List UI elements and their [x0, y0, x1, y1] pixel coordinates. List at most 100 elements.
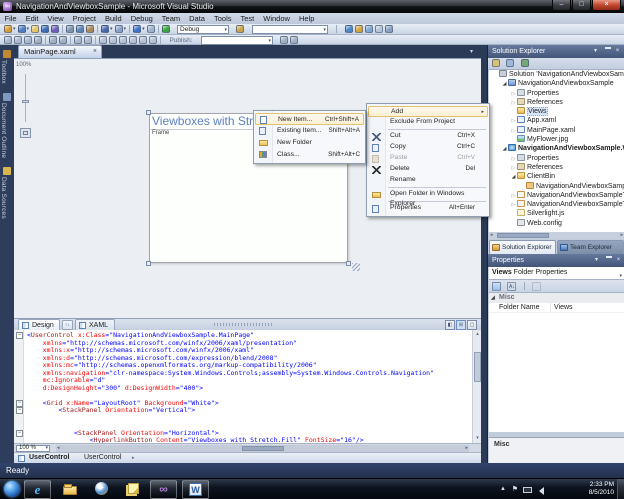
- category-row[interactable]: ◢ Misc: [489, 293, 624, 303]
- zoom-slider-handle[interactable]: [22, 100, 29, 103]
- scroll-right-icon[interactable]: ▸: [620, 232, 623, 239]
- code-line[interactable]: − <StackPanel Orientation="Vertical">: [27, 407, 434, 415]
- sticky-notes[interactable]: [120, 480, 147, 499]
- network-icon[interactable]: [523, 487, 532, 493]
- close-button[interactable]: ×: [592, 0, 621, 11]
- incremental-search-icon[interactable]: [24, 36, 32, 44]
- property-pages-icon[interactable]: [532, 282, 541, 291]
- show-desktop-button[interactable]: [617, 479, 624, 499]
- collapse-pane-button[interactable]: ▢: [467, 320, 477, 330]
- word[interactable]: W: [182, 480, 209, 499]
- action-center-flag-icon[interactable]: ⚑: [512, 485, 518, 494]
- add-item-icon-dropdown[interactable]: ▾: [27, 25, 30, 33]
- zoom-fit-button[interactable]: [20, 128, 31, 138]
- fold-collapse-icon[interactable]: −: [16, 407, 23, 414]
- copy-icon[interactable]: [76, 25, 84, 33]
- menu-tools[interactable]: Tools: [209, 13, 236, 24]
- tree-item-silverlight-js[interactable]: Silverlight.js: [489, 209, 624, 218]
- media-player[interactable]: ▶: [88, 480, 115, 499]
- start-button[interactable]: [4, 481, 20, 497]
- menu-item-paste[interactable]: PasteCtrl+V: [368, 153, 488, 164]
- menu-item-new-item[interactable]: New Item...Ctrl+Shift+A: [255, 113, 364, 125]
- sidebar-tab-toolbox[interactable]: Toolbox: [0, 50, 14, 84]
- toolbox-icon[interactable]: [385, 25, 393, 33]
- display-source-icon[interactable]: [99, 36, 107, 44]
- tree-item-navigationandviewboxsample-xap[interactable]: NavigationAndViewboxSample.xap: [489, 182, 624, 191]
- new-project-icon-dropdown[interactable]: ▾: [13, 25, 16, 33]
- categorized-icon[interactable]: [492, 282, 501, 291]
- solution-explorer-icon[interactable]: [355, 25, 363, 33]
- display-design-icon[interactable]: [109, 36, 117, 44]
- tree-item-clientbin[interactable]: ◢ClientBin: [489, 172, 624, 181]
- menu-debug[interactable]: Debug: [126, 13, 157, 24]
- solution-explorer-header[interactable]: Solution Explorer ▾ ×: [488, 45, 624, 58]
- tree-item-myflower-jpg[interactable]: MyFlower.jpg: [489, 135, 624, 144]
- properties-window-icon[interactable]: [365, 25, 373, 33]
- undo-icon[interactable]: [101, 25, 109, 33]
- tree-item-navigationandviewboxsample[interactable]: ◢NavigationAndViewboxSample: [489, 79, 624, 88]
- scroll-thumb[interactable]: [474, 352, 481, 382]
- refresh-icon[interactable]: [521, 59, 529, 67]
- expanded-icon[interactable]: ◢: [501, 80, 508, 89]
- cut-icon[interactable]: [66, 25, 74, 33]
- collapse-icon[interactable]: ◢: [491, 293, 495, 303]
- menu-build[interactable]: Build: [101, 13, 127, 24]
- publish-settings-icon[interactable]: [290, 36, 298, 44]
- volume-icon[interactable]: [539, 487, 544, 495]
- find-icon[interactable]: [345, 25, 353, 33]
- editor-zoom-combo[interactable]: 100 %▾: [16, 445, 50, 452]
- increase-indent-icon[interactable]: [59, 36, 67, 44]
- menu-item-class[interactable]: Class...Shift+Alt+C: [255, 149, 364, 161]
- word-wrap-icon[interactable]: [14, 36, 22, 44]
- save-icon[interactable]: [41, 25, 49, 33]
- lock-icon[interactable]: [149, 36, 157, 44]
- menu-team[interactable]: Team: [157, 13, 184, 24]
- hidden-icons-icon[interactable]: ▲: [500, 485, 506, 494]
- menu-item-new-folder[interactable]: New Folder: [255, 137, 364, 149]
- menu-view[interactable]: View: [43, 13, 68, 24]
- scroll-right-icon[interactable]: ▸: [465, 445, 468, 452]
- object-browser-icon[interactable]: [375, 25, 383, 33]
- tree-item-navigationandviewboxsample-web[interactable]: ◢NavigationAndViewboxSample.Web: [489, 144, 624, 153]
- publish-combo[interactable]: ▾: [201, 36, 273, 45]
- details-icon[interactable]: [139, 36, 147, 44]
- editor-vertical-scrollbar[interactable]: ▴ ▾: [472, 330, 481, 443]
- new-project-icon[interactable]: [4, 25, 12, 33]
- internet-explorer[interactable]: e: [24, 480, 51, 499]
- visual-studio[interactable]: ∞: [150, 480, 177, 499]
- menu-item-properties[interactable]: PropertiesAlt+Enter: [368, 203, 488, 214]
- menu-item-exclude-from-project[interactable]: Exclude From Project: [368, 117, 488, 128]
- close-icon[interactable]: ×: [614, 256, 623, 265]
- menu-item-rename[interactable]: Rename: [368, 175, 488, 186]
- scroll-left-icon[interactable]: ◂: [490, 232, 493, 239]
- split-view-icon[interactable]: [119, 36, 127, 44]
- breadcrumb-item[interactable]: UserControl: [29, 453, 69, 463]
- properties-object-combo[interactable]: Views Folder Properties ▾: [489, 267, 624, 280]
- scroll-thumb[interactable]: [242, 446, 284, 451]
- menu-item-add[interactable]: Add▸: [368, 106, 488, 117]
- tree-item-navigationandviewboxsampletest[interactable]: ▷NavigationAndViewboxSampleTestPag: [489, 200, 624, 209]
- expanded-icon[interactable]: ◢: [501, 145, 508, 154]
- tree-item-mainpage-xaml[interactable]: ▷MainPage.xaml: [489, 126, 624, 135]
- selection-handle[interactable]: [346, 261, 351, 266]
- navigate-back-icon-dropdown[interactable]: ▾: [142, 25, 145, 33]
- menu-project[interactable]: Project: [68, 13, 100, 24]
- scroll-down-icon[interactable]: ▾: [473, 434, 481, 443]
- member-list-icon[interactable]: [4, 36, 12, 44]
- taskbar-clock[interactable]: 2:33 PM 8/5/2010: [589, 481, 614, 497]
- decrease-indent-icon[interactable]: [49, 36, 57, 44]
- selection-handle[interactable]: [146, 110, 151, 115]
- comment-icon[interactable]: [34, 36, 42, 44]
- menu-item-open-folder-in-windows-explorer[interactable]: Open Folder in Windows Explorer: [368, 189, 488, 200]
- menu-window[interactable]: Window: [259, 13, 295, 24]
- menu-item-copy[interactable]: CopyCtrl+C: [368, 142, 488, 153]
- property-value[interactable]: Views: [551, 303, 624, 312]
- solution-configurations-icon[interactable]: [236, 25, 244, 33]
- menu-edit[interactable]: Edit: [21, 13, 43, 24]
- breadcrumb-arrow-icon[interactable]: ▸: [132, 453, 135, 463]
- split-horizontal-button[interactable]: ⊞: [456, 320, 466, 330]
- editor-horizontal-scrollbar[interactable]: ◂ ▸: [56, 445, 469, 452]
- tree-item-references[interactable]: ▷References: [489, 163, 624, 172]
- document-tab-mainpage[interactable]: MainPage.xaml ×: [18, 45, 102, 58]
- tree-item-web-config[interactable]: Web.config: [489, 219, 624, 228]
